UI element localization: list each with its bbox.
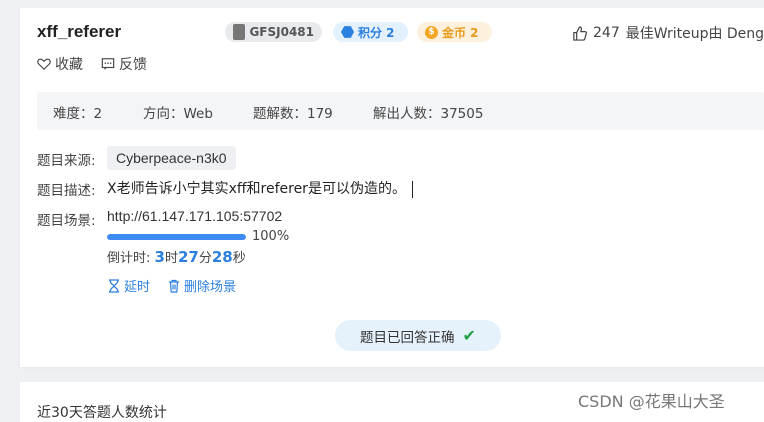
source-tag: Cyberpeace-n3k0: [107, 146, 236, 170]
id-icon: [233, 24, 246, 40]
description-value: X老师告诉小宁其实xff和referer是可以伪造的。: [107, 181, 406, 197]
score-icon: [341, 26, 354, 38]
countdown-seconds-unit: 秒: [232, 251, 246, 266]
solves-stat: 题解数：179: [253, 106, 333, 122]
coin-icon: $: [425, 25, 438, 39]
trash-icon: [168, 279, 180, 293]
thumbs-up-icon[interactable]: [572, 25, 587, 41]
scene-url-link[interactable]: http://61.147.171.105:57702: [107, 208, 282, 224]
delete-scene-label: 删除场景: [184, 280, 237, 295]
scene-progress-bar: [107, 234, 246, 240]
feedback-label: 反馈: [119, 57, 147, 73]
stats-bar: 难度：2 方向：Web 题解数：179 解出人数：37505: [37, 92, 764, 130]
best-writeup-link[interactable]: 最佳Writeup由 DengZ: [626, 23, 764, 43]
feedback-button[interactable]: 反馈: [101, 54, 147, 74]
countdown-hours: 3: [154, 248, 165, 266]
scene-progress-text: 100%: [252, 229, 290, 244]
favorite-button[interactable]: 收藏: [37, 54, 83, 74]
answered-label: 题目已回答正确: [360, 329, 455, 346]
scene-actions: 延时 删除场景: [108, 276, 236, 295]
score-text: 积分 2: [358, 25, 395, 40]
solvers-stat: 解出人数：37505: [373, 106, 484, 122]
countdown-minutes-unit: 分: [198, 251, 212, 266]
coin-text: 金币 2: [442, 25, 479, 40]
direction-stat: 方向：Web: [143, 106, 213, 122]
likes-area: 247 最佳Writeup由 DengZ: [572, 23, 764, 43]
heart-icon: [37, 57, 51, 71]
score-badge: 积分 2: [333, 22, 408, 42]
challenge-id-badge: GFSJ0481: [225, 22, 322, 42]
challenge-id-text: GFSJ0481: [249, 25, 314, 39]
feedback-icon: [101, 57, 115, 71]
hourglass-icon: [108, 278, 120, 293]
coin-badge: $ 金币 2: [417, 22, 492, 42]
challenge-title: xff_referer: [37, 22, 122, 41]
answered-status-button[interactable]: 题目已回答正确 ✔: [335, 320, 501, 351]
countdown: 倒计时: 3时27分28秒: [107, 247, 246, 266]
scene-label: 题目场景:: [37, 213, 96, 229]
scene-progress-fill: [107, 234, 246, 240]
extend-button[interactable]: 延时: [108, 276, 150, 295]
description-label: 题目描述:: [37, 183, 96, 199]
check-icon: ✔: [462, 326, 476, 345]
countdown-seconds: 28: [211, 248, 233, 266]
countdown-label: 倒计时:: [107, 251, 151, 266]
delete-scene-button[interactable]: 删除场景: [168, 276, 236, 295]
difficulty-stat: 难度：2: [53, 106, 103, 122]
watermark: CSDN @花果山大圣: [578, 392, 725, 411]
text-caret: [411, 180, 413, 198]
challenge-actions: 收藏 反馈: [37, 54, 147, 74]
countdown-minutes: 27: [177, 248, 199, 266]
source-label: 题目来源:: [37, 153, 96, 169]
likes-count: 247: [593, 25, 620, 41]
extend-label: 延时: [124, 280, 151, 295]
stats-section-title: 近30天答题人数统计: [37, 405, 167, 421]
favorite-label: 收藏: [55, 57, 83, 73]
description-text: X老师告诉小宁其实xff和referer是可以伪造的。: [107, 178, 413, 198]
countdown-hours-unit: 时: [164, 251, 178, 266]
